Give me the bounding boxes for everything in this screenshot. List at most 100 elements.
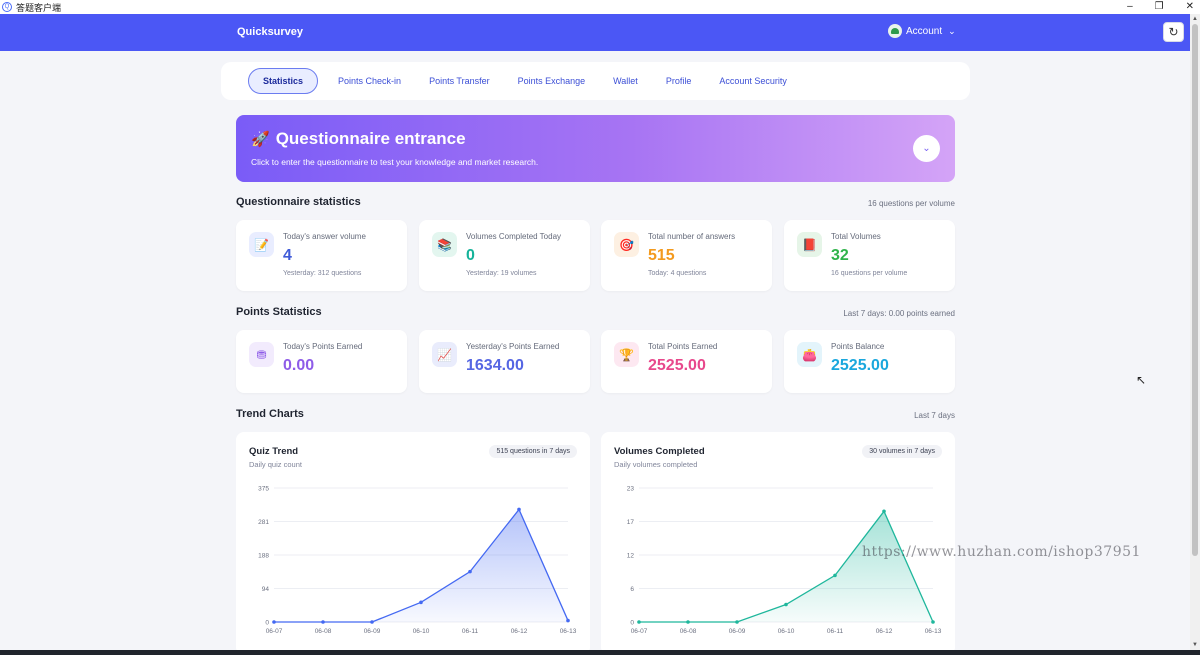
data-point <box>735 620 739 624</box>
banner-subtitle: Click to enter the questionnaire to test… <box>251 157 539 167</box>
chevron-down-icon: ⌄ <box>922 143 931 154</box>
stat-label: Today's answer volume <box>283 232 366 241</box>
scroll-thumb[interactable] <box>1192 24 1198 556</box>
x-tick-label: 06-07 <box>631 628 648 635</box>
window-titlebar: Q 答题客户端 – ❐ ✕ <box>0 0 1200 14</box>
stat-value: 4 <box>283 247 292 264</box>
window-controls: – ❐ ✕ <box>1127 0 1194 14</box>
wallet-icon: 👛 <box>797 342 822 367</box>
points-value: 2525.00 <box>831 357 889 374</box>
data-point <box>882 509 886 514</box>
quiz-trend-chart: Quiz Trend Daily quiz count 515 question… <box>236 432 590 655</box>
questionnaire-entrance-banner[interactable]: 🚀 Questionnaire entrance Click to enter … <box>236 115 955 182</box>
volumes-completed-plot: 23 17 12 6 006-07 06-08 06-09 06-10 06-11 06-12 06… <box>627 486 942 636</box>
window-title: 答题客户端 <box>16 2 62 13</box>
tab-points-exchange[interactable]: Points Exchange <box>504 69 600 93</box>
y-tick-label: 12 <box>627 553 635 560</box>
close-icon[interactable]: ✕ <box>1186 0 1194 14</box>
chart-title: Quiz Trend <box>249 446 299 457</box>
questionnaire-statistics-title: Questionnaire statistics <box>236 196 361 208</box>
points-label: Total Points Earned <box>648 342 718 351</box>
stat-value: 0 <box>466 247 475 264</box>
y-tick-label: 17 <box>627 519 635 526</box>
coins-icon: ⛃ <box>249 342 274 367</box>
chart-badge: 515 questions in 7 days <box>489 445 577 458</box>
stat-card-total-answers: 🎯 Total number of answers 515 Today: 4 q… <box>601 220 772 291</box>
points-card-yesterday: 📈 Yesterday's Points Earned 1634.00 <box>419 330 590 393</box>
stat-label: Total number of answers <box>648 232 736 241</box>
x-tick-label: 06-12 <box>511 628 528 635</box>
x-tick-label: 06-08 <box>680 628 697 635</box>
points-value: 2525.00 <box>648 357 706 374</box>
chart-subtitle: Daily volumes completed <box>614 460 698 469</box>
app-header: Quicksurvey Account ⌄ <box>0 14 1190 51</box>
chart-badge: 30 volumes in 7 days <box>862 445 942 458</box>
avatar <box>888 24 902 38</box>
banner-title: 🚀 Questionnaire entrance <box>251 129 466 149</box>
stat-sub: Yesterday: 19 volumes <box>466 270 537 277</box>
account-menu[interactable]: Account ⌄ <box>888 24 956 38</box>
stat-sub: Today: 4 questions <box>648 270 707 277</box>
nav-tabs: Statistics Points Check-in Points Transf… <box>221 62 970 100</box>
data-point <box>637 620 641 624</box>
data-point <box>370 620 374 624</box>
y-tick-label: 6 <box>630 586 634 593</box>
x-tick-label: 06-09 <box>729 628 746 635</box>
tab-account-security[interactable]: Account Security <box>705 69 801 93</box>
points-label: Points Balance <box>831 342 885 351</box>
y-tick-label: 188 <box>258 553 269 560</box>
target-icon: 🎯 <box>614 232 639 257</box>
minimize-icon[interactable]: – <box>1127 0 1133 14</box>
points-label: Today's Points Earned <box>283 342 363 351</box>
x-tick-label: 06-08 <box>315 628 332 635</box>
x-tick-label: 06-10 <box>778 628 795 635</box>
y-tick-label: 0 <box>630 620 634 627</box>
quiz-trend-plot: 375 281 188 94 006-07 06-08 06-09 06-10 06-11 06-… <box>258 486 577 636</box>
book-stack-icon: 📕 <box>797 232 822 257</box>
chart-title: Volumes Completed <box>614 446 705 457</box>
watermark-text: https://www.huzhan.com/ishop37951 <box>862 544 1141 560</box>
y-tick-label: 0 <box>265 620 269 627</box>
vertical-scrollbar[interactable]: ▲ ▼ <box>1190 14 1200 650</box>
stat-card-today-answers: 📝 Today's answer volume 4 Yesterday: 312… <box>236 220 407 291</box>
y-tick-label: 375 <box>258 486 269 493</box>
points-value: 1634.00 <box>466 357 524 374</box>
questionnaire-statistics-note: 16 questions per volume <box>867 199 955 208</box>
stat-label: Volumes Completed Today <box>466 232 562 241</box>
stat-label: Total Volumes <box>831 232 881 241</box>
chevron-down-icon: ⌄ <box>948 25 956 36</box>
x-tick-label: 06-12 <box>876 628 893 635</box>
data-point <box>566 618 570 623</box>
points-card-balance: 👛 Points Balance 2525.00 <box>784 330 955 393</box>
tab-points-check-in[interactable]: Points Check-in <box>324 69 415 93</box>
mouse-cursor-icon: ↖ <box>1136 373 1147 387</box>
y-tick-label: 23 <box>627 486 635 493</box>
data-point <box>517 507 521 512</box>
tab-wallet[interactable]: Wallet <box>599 69 652 93</box>
restore-icon[interactable]: ❐ <box>1155 0 1164 14</box>
scroll-up-icon[interactable]: ▲ <box>1192 16 1198 22</box>
data-point <box>272 620 276 624</box>
banner-expand-button[interactable]: ⌄ <box>913 135 940 162</box>
taskbar <box>0 650 1200 655</box>
books-icon: 📚 <box>432 232 457 257</box>
x-tick-label: 06-07 <box>266 628 283 635</box>
trend-charts-note: Last 7 days <box>914 411 955 420</box>
data-point <box>784 602 788 607</box>
stat-card-volumes-today: 📚 Volumes Completed Today 0 Yesterday: 1… <box>419 220 590 291</box>
tab-points-transfer[interactable]: Points Transfer <box>415 69 504 93</box>
tab-statistics[interactable]: Statistics <box>248 68 319 94</box>
x-tick-label: 06-11 <box>827 628 844 635</box>
y-tick-label: 281 <box>258 519 269 526</box>
scroll-down-icon[interactable]: ▼ <box>1192 642 1198 648</box>
trophy-icon: 🏆 <box>614 342 639 367</box>
notepad-icon: 📝 <box>249 232 274 257</box>
banner-title-text: Questionnaire entrance <box>275 129 466 148</box>
tab-profile[interactable]: Profile <box>652 69 706 93</box>
x-tick-label: 06-13 <box>925 628 942 635</box>
refresh-button[interactable]: ↻ <box>1163 22 1184 42</box>
points-value: 0.00 <box>283 357 315 374</box>
data-point <box>468 569 472 574</box>
x-tick-label: 06-11 <box>462 628 479 635</box>
stat-card-total-volumes: 📕 Total Volumes 32 16 questions per volu… <box>784 220 955 291</box>
